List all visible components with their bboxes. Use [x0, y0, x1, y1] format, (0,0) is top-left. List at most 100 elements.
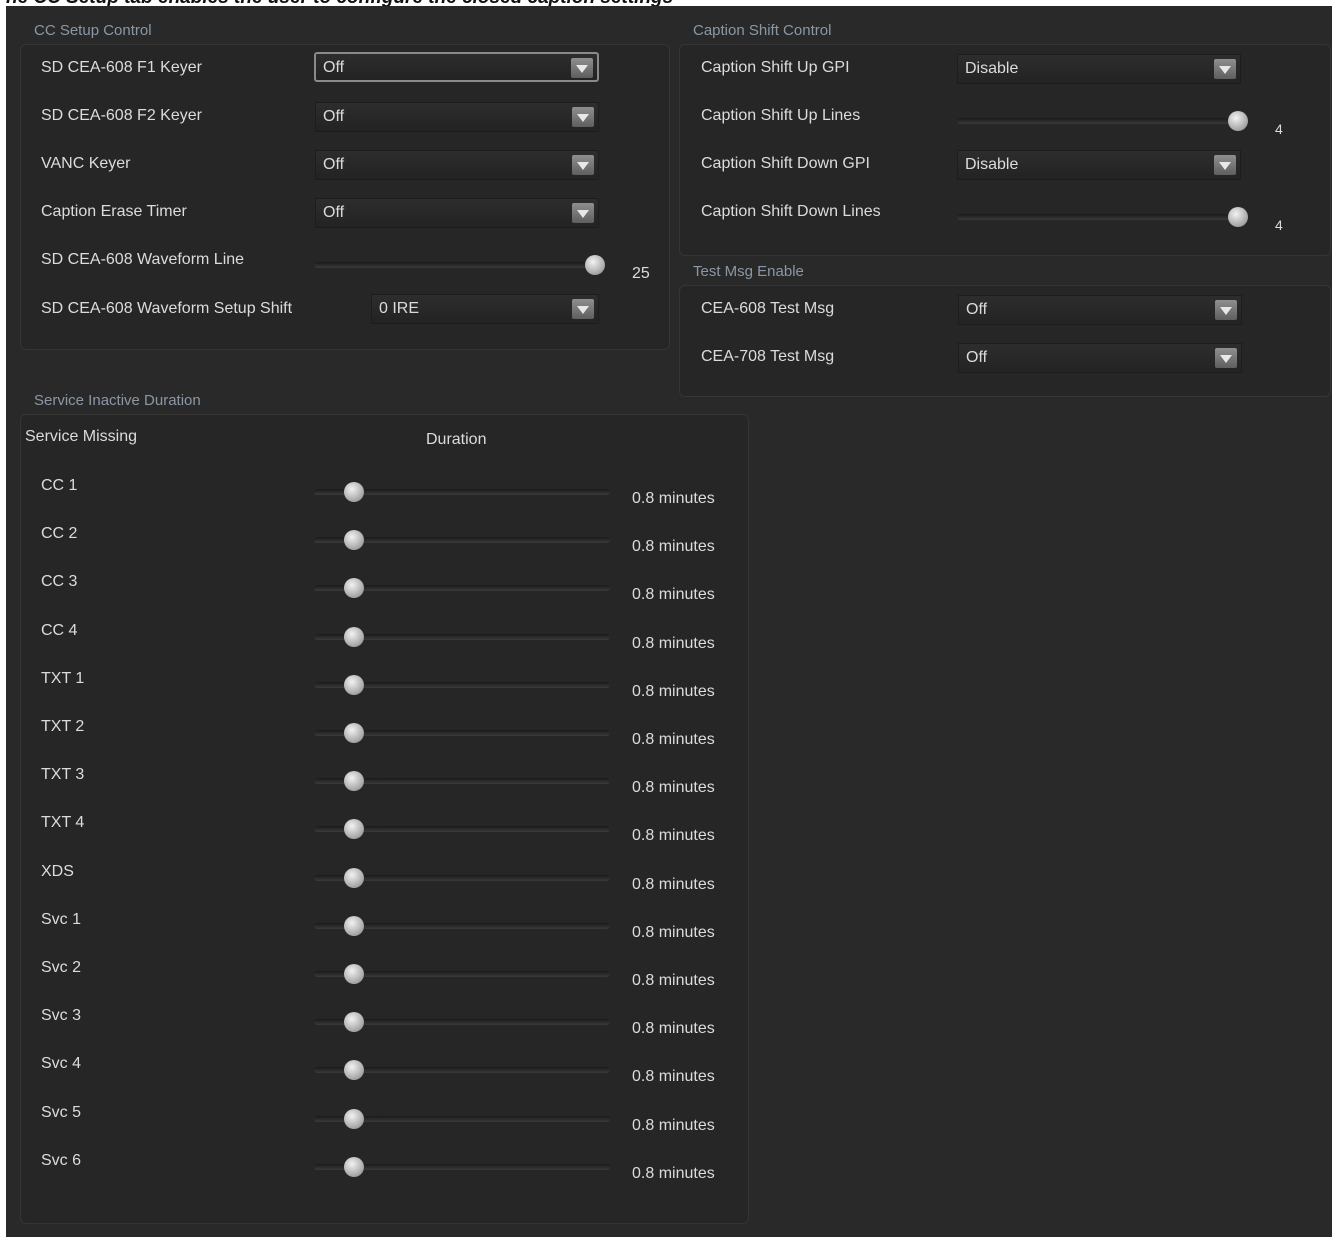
slider-track — [314, 262, 605, 268]
f1-keyer-label: SD CEA-608 F1 Keyer — [41, 59, 202, 76]
service-duration-slider[interactable] — [314, 1060, 610, 1081]
slider-handle[interactable] — [344, 482, 365, 502]
erase-timer-dropdown[interactable]: Off — [315, 198, 599, 228]
service-label: Svc 1 — [41, 910, 82, 928]
service-duration-slider[interactable] — [314, 530, 610, 551]
slider-handle[interactable] — [344, 964, 365, 984]
shift-down-lines-slider[interactable] — [957, 207, 1248, 227]
cc-setup-group-title: CC Setup Control — [34, 22, 152, 39]
service-duration-slider[interactable] — [314, 964, 610, 984]
slider-handle[interactable] — [344, 674, 365, 695]
slider-handle[interactable] — [344, 1060, 365, 1081]
shift-up-gpi-label: Caption Shift Up GPI — [701, 59, 850, 76]
f1-keyer-dropdown[interactable]: Off — [314, 52, 599, 82]
service-label: CC 1 — [41, 477, 78, 494]
slider-handle[interactable] — [1228, 111, 1248, 131]
slider-handle[interactable] — [344, 1156, 365, 1177]
service-duration-value: 0.8 minutes — [632, 875, 715, 893]
vanc-keyer-label: VANC Keyer — [41, 155, 131, 172]
waveform-line-label: SD CEA-608 Waveform Line — [41, 251, 245, 268]
cea708-test-msg-label: CEA-708 Test Msg — [701, 348, 835, 365]
service-label: CC 3 — [41, 573, 78, 591]
shift-down-gpi-label: Caption Shift Down GPI — [701, 155, 870, 172]
shift-up-lines-label: Caption Shift Up Lines — [701, 107, 861, 124]
cea608-test-msg-dropdown[interactable]: Off — [958, 295, 1242, 325]
setup-shift-label: SD CEA-608 Waveform Setup Shift — [41, 300, 293, 317]
service-duration-slider[interactable] — [314, 1108, 610, 1129]
shift-down-gpi-dropdown[interactable]: Disable — [957, 150, 1241, 180]
caption-shift-group-title: Caption Shift Control — [693, 22, 832, 39]
service-duration-slider[interactable] — [314, 771, 610, 792]
shift-up-lines-slider[interactable] — [957, 111, 1248, 131]
waveform-line-slider[interactable] — [314, 255, 605, 275]
f2-keyer-label: SD CEA-608 F2 Keyer — [41, 107, 202, 124]
chevron-down-icon — [1215, 300, 1237, 320]
service-duration-slider[interactable] — [314, 819, 610, 840]
erase-timer-value: Off — [323, 204, 345, 221]
service-duration-slider[interactable] — [314, 578, 610, 599]
slider-handle[interactable] — [344, 578, 365, 599]
chevron-down-icon — [1215, 348, 1237, 368]
service-duration-slider[interactable] — [314, 1012, 610, 1033]
slider-handle[interactable] — [344, 867, 365, 888]
service-label: TXT 3 — [41, 766, 85, 784]
slider-handle[interactable] — [344, 530, 365, 551]
slider-handle[interactable] — [344, 1012, 365, 1033]
service-label: Svc 5 — [41, 1103, 82, 1121]
service-duration-value: 0.8 minutes — [632, 634, 715, 652]
service-duration-slider[interactable] — [314, 626, 610, 647]
test-msg-group: CEA-608 Test Msg Off CEA-708 Test Msg Of… — [679, 285, 1331, 397]
chevron-down-icon — [572, 299, 594, 319]
service-label: TXT 1 — [41, 669, 85, 687]
vanc-keyer-dropdown[interactable]: Off — [315, 150, 599, 180]
service-label: CC 4 — [41, 621, 78, 639]
chevron-down-icon — [1214, 155, 1236, 175]
service-duration-value: 0.8 minutes — [632, 538, 715, 556]
shift-down-gpi-value: Disable — [965, 156, 1019, 173]
service-label: XDS — [41, 862, 74, 880]
service-duration-value: 0.8 minutes — [632, 1164, 715, 1182]
chevron-down-icon — [1214, 59, 1236, 79]
service-duration-slider[interactable] — [314, 1156, 610, 1177]
service-label: Svc 3 — [41, 1007, 82, 1025]
slider-track — [957, 118, 1248, 124]
slider-handle[interactable] — [585, 255, 605, 275]
caption-shift-group: Caption Shift Up GPI Disable Caption Shi… — [679, 44, 1331, 256]
service-duration-slider[interactable] — [314, 915, 610, 936]
service-label: Svc 2 — [41, 959, 82, 976]
cc-setup-group: SD CEA-608 F1 Keyer Off SD CEA-608 F2 Ke… — [20, 44, 670, 350]
cc-setup-tab-panel: CC Setup Control SD CEA-608 F1 Keyer Off… — [6, 6, 1332, 1237]
slider-handle[interactable] — [1228, 207, 1248, 227]
chevron-down-icon — [572, 155, 594, 175]
service-duration-value: 0.8 minutes — [632, 779, 715, 797]
cea608-test-msg-label: CEA-608 Test Msg — [701, 300, 835, 317]
shift-down-lines-value: 4 — [1275, 217, 1283, 233]
service-duration-value: 0.8 minutes — [632, 731, 715, 748]
service-duration-value: 0.8 minutes — [632, 972, 715, 989]
cea708-test-msg-dropdown[interactable]: Off — [958, 343, 1242, 373]
service-duration-value: 0.8 minutes — [632, 1068, 715, 1086]
slider-handle[interactable] — [344, 1108, 365, 1129]
service-label: CC 2 — [41, 525, 78, 543]
service-duration-slider[interactable] — [314, 674, 610, 695]
service-duration-value: 0.8 minutes — [632, 827, 715, 845]
service-duration-slider[interactable] — [314, 723, 610, 743]
test-msg-group-title: Test Msg Enable — [693, 263, 804, 280]
shift-up-gpi-dropdown[interactable]: Disable — [957, 54, 1241, 84]
service-duration-slider[interactable] — [314, 482, 610, 502]
service-label: TXT 4 — [41, 814, 85, 832]
f2-keyer-dropdown[interactable]: Off — [315, 102, 599, 132]
chevron-down-icon — [572, 107, 594, 127]
setup-shift-value: 0 IRE — [379, 300, 420, 317]
slider-handle[interactable] — [344, 723, 365, 743]
slider-handle[interactable] — [344, 819, 365, 840]
service-duration-slider[interactable] — [314, 867, 610, 888]
duration-header: Duration — [426, 431, 487, 448]
service-label: Svc 6 — [41, 1151, 82, 1169]
slider-handle[interactable] — [344, 626, 365, 647]
setup-shift-dropdown[interactable]: 0 IRE — [371, 294, 599, 324]
slider-handle[interactable] — [344, 771, 365, 792]
service-inactive-group: Service Missing Duration CC 1 0.8 minutes… — [20, 414, 749, 1224]
slider-handle[interactable] — [344, 915, 365, 936]
waveform-line-value: 25 — [632, 265, 650, 282]
